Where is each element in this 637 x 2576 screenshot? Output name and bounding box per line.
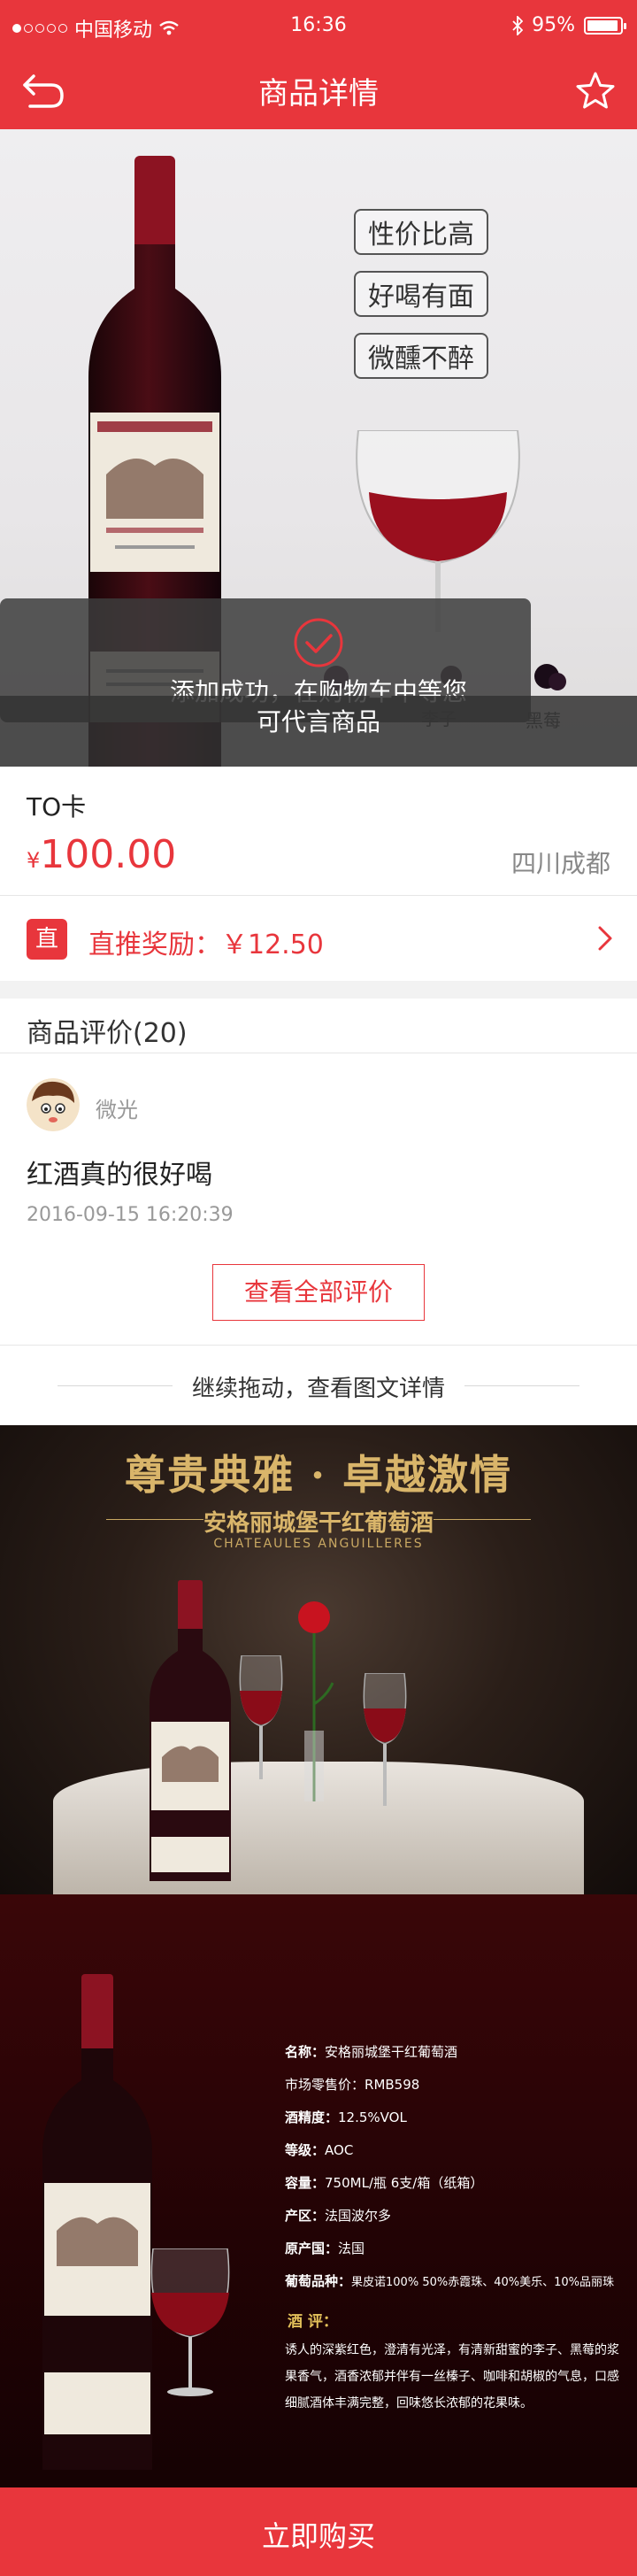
- status-bar: 中国移动 16:36 95%: [0, 0, 637, 51]
- reviews-title: 商品评价(20): [27, 1018, 188, 1049]
- spec-row: 市场零售价：RMB598: [285, 2069, 630, 2102]
- product-image[interactable]: 性价比高 好喝有面 微醺不醉 李子 黑莓 添加成功，在购物车中等您 可代言商品: [0, 129, 637, 767]
- spec-key: 市场零售价：: [285, 2077, 365, 2093]
- rose-image: [298, 1601, 334, 1801]
- detail-banner-specs: 名称：安格丽城堡干红葡萄酒 市场零售价：RMB598 酒精度：12.5%VOL …: [0, 1894, 637, 2487]
- spec-key: 名称：: [285, 2044, 326, 2060]
- spokesperson-label: 可代言商品: [256, 707, 380, 737]
- battery-percent: 95%: [532, 14, 575, 36]
- reviews-header: 商品评价(20): [0, 999, 637, 1053]
- status-right: 95%: [512, 14, 626, 36]
- wine-review-title: 酒 评：: [288, 2313, 338, 2331]
- spec-row: 酒精度：12.5%VOL: [285, 2102, 630, 2134]
- product-name: TO卡: [27, 792, 87, 821]
- spec-key: 等级：: [285, 2142, 326, 2158]
- product-price: ¥100.00: [27, 832, 176, 877]
- buy-now-label: 立即购买: [261, 2519, 375, 2553]
- divider-line: [464, 1385, 579, 1386]
- spec-row: 产区：法国波尔多: [285, 2200, 630, 2233]
- wine-glass-image: [150, 2248, 230, 2396]
- spec-value: 安格丽城堡干红葡萄酒: [325, 2044, 458, 2060]
- review-date: 2016-09-15 16:20:39: [27, 1204, 234, 1226]
- review-item: 微光 红酒真的很好喝 2016-09-15 16:20:39 查看全部评价: [0, 1053, 637, 1346]
- spec-value: RMB598: [365, 2077, 420, 2093]
- review-username: 微光: [96, 1098, 138, 1122]
- spec-value: AOC: [325, 2142, 354, 2158]
- spec-key: 容量：: [285, 2175, 326, 2191]
- spec-row: 等级：AOC: [285, 2134, 630, 2167]
- buy-now-button[interactable]: 立即购买: [0, 2487, 637, 2576]
- product-tag: 性价比高: [354, 209, 488, 255]
- spec-value: 12.5%VOL: [338, 2109, 407, 2125]
- spec-value: 750ML/瓶 6支/箱（纸箱）: [325, 2175, 484, 2191]
- wine-bottle-image: [150, 1580, 231, 1881]
- banner-latin-name: CHATEAULES ANGUILLERES: [213, 1537, 424, 1551]
- nav-bar: 商品详情: [0, 51, 637, 129]
- continue-drag-hint: 继续拖动，查看图文详情: [0, 1346, 637, 1425]
- spec-row: 名称：安格丽城堡干红葡萄酒: [285, 2036, 630, 2069]
- wine-glass-image: [239, 1655, 283, 1779]
- section-divider: [0, 981, 637, 999]
- spec-key: 原产国：: [285, 2241, 339, 2256]
- spec-value: 果皮诺100% 50%赤霞珠、40%美乐、10%品丽珠: [351, 2276, 614, 2289]
- banner-subtitle: 安格丽城堡干红葡萄酒: [203, 1510, 434, 1537]
- review-text: 红酒真的很好喝: [27, 1160, 212, 1191]
- continue-drag-text: 继续拖动，查看图文详情: [191, 1376, 445, 1402]
- banner-headline: 尊贵典雅 · 卓越激情: [124, 1451, 513, 1499]
- battery-icon: [584, 16, 626, 35]
- view-all-reviews-button[interactable]: 查看全部评价: [212, 1264, 425, 1321]
- spec-row: 容量：750ML/瓶 6支/箱（纸箱）: [285, 2167, 630, 2200]
- banner-rule: [434, 1519, 531, 1520]
- spec-value: 法国波尔多: [325, 2208, 392, 2224]
- product-tag: 好喝有面: [354, 271, 488, 317]
- toast-overlay: 可代言商品: [0, 696, 637, 767]
- page-title: 商品详情: [258, 76, 379, 112]
- spec-key: 产区：: [285, 2208, 326, 2224]
- spec-list: 名称：安格丽城堡干红葡萄酒 市场零售价：RMB598 酒精度：12.5%VOL …: [285, 2036, 630, 2298]
- currency-symbol: ¥: [27, 848, 41, 873]
- product-tag: 微醺不醉: [354, 333, 488, 379]
- spec-key: 葡萄品种：: [285, 2273, 352, 2289]
- favorite-star-icon[interactable]: [575, 71, 616, 112]
- wine-glass-image: [363, 1673, 407, 1806]
- wine-review-body: 诱人的深紫红色，澄清有光泽，有清新甜蜜的李子、黑莓的浆果香气，酒香浓郁并伴有一丝…: [285, 2343, 619, 2410]
- spec-row: 原产国：法国: [285, 2233, 630, 2265]
- spec-key: 酒精度：: [285, 2109, 339, 2125]
- chevron-right-icon: [598, 926, 612, 951]
- bluetooth-icon: [512, 15, 524, 35]
- check-circle-icon: [294, 618, 343, 667]
- direct-badge: 直: [27, 919, 67, 960]
- detail-banner-dining: 尊贵典雅 · 卓越激情 安格丽城堡干红葡萄酒 CHATEAULES ANGUIL…: [0, 1425, 637, 1894]
- product-location: 四川成都: [510, 849, 610, 878]
- avatar: [27, 1078, 80, 1131]
- spec-value: 法国: [338, 2241, 365, 2256]
- direct-reward-label: 直推奖励：￥12.50: [88, 929, 324, 960]
- wine-bottle-image: [42, 1974, 152, 2470]
- spec-row: 葡萄品种：果皮诺100% 50%赤霞珠、40%美乐、10%品丽珠: [285, 2265, 630, 2298]
- direct-reward-row[interactable]: 直 直推奖励：￥12.50: [0, 896, 637, 981]
- price-value: 100.00: [40, 832, 177, 877]
- product-info: TO卡 ¥100.00 四川成都: [0, 767, 637, 896]
